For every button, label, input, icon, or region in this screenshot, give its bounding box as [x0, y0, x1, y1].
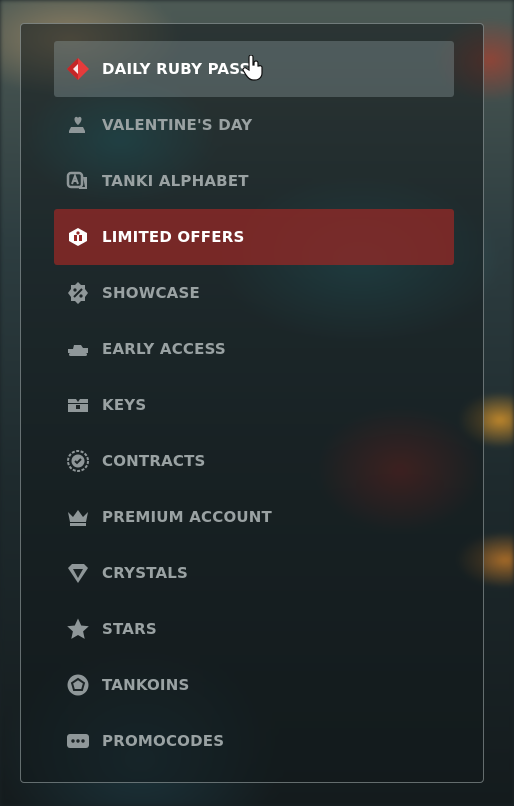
menu-item-tankoins[interactable]: TANKOINS	[54, 657, 454, 713]
menu-item-label: SHOWCASE	[102, 284, 200, 302]
menu-item-label: EARLY ACCESS	[102, 340, 226, 358]
alphabet-icon	[64, 167, 92, 195]
menu-item-label: PROMOCODES	[102, 732, 225, 750]
menu-item-limited-offers[interactable]: LIMITED OFFERS	[54, 209, 454, 265]
menu-item-label: TANKOINS	[102, 676, 190, 694]
heart-tank-icon	[64, 111, 92, 139]
menu-item-label: PREMIUM ACCOUNT	[102, 508, 272, 526]
menu-item-keys[interactable]: KEYS	[54, 377, 454, 433]
discount-badge-icon	[64, 279, 92, 307]
menu-item-label: KEYS	[102, 396, 147, 414]
shop-menu-panel: DAILY RUBY PASS VALENTINE'S DAY TANKI AL…	[20, 23, 484, 783]
menu-item-promocodes[interactable]: PROMOCODES	[54, 713, 454, 769]
menu-item-early-access[interactable]: EARLY ACCESS	[54, 321, 454, 377]
menu-item-label: CRYSTALS	[102, 564, 189, 582]
promocode-icon	[64, 727, 92, 755]
menu-item-label: VALENTINE'S DAY	[102, 116, 253, 134]
menu-item-label: DAILY RUBY PASS	[102, 60, 251, 78]
tankoin-icon	[64, 671, 92, 699]
menu-item-tanki-alphabet[interactable]: TANKI ALPHABET	[54, 153, 454, 209]
menu-item-showcase[interactable]: SHOWCASE	[54, 265, 454, 321]
hand-cursor-icon	[242, 55, 263, 81]
menu-item-label: CONTRACTS	[102, 452, 206, 470]
tank-icon	[64, 335, 92, 363]
crown-icon	[64, 503, 92, 531]
menu-item-contracts[interactable]: CONTRACTS	[54, 433, 454, 489]
limited-offers-icon	[64, 223, 92, 251]
menu-item-label: LIMITED OFFERS	[102, 228, 245, 246]
menu-item-valentines-day[interactable]: VALENTINE'S DAY	[54, 97, 454, 153]
menu-item-stars[interactable]: STARS	[54, 601, 454, 657]
ruby-pass-icon	[64, 55, 92, 83]
menu-item-daily-ruby-pass[interactable]: DAILY RUBY PASS	[54, 41, 454, 97]
contract-seal-icon	[64, 447, 92, 475]
crystal-icon	[64, 559, 92, 587]
star-icon	[64, 615, 92, 643]
menu-item-crystals[interactable]: CRYSTALS	[54, 545, 454, 601]
key-chest-icon	[64, 391, 92, 419]
menu-item-label: TANKI ALPHABET	[102, 172, 249, 190]
menu-item-label: STARS	[102, 620, 157, 638]
menu-item-premium-account[interactable]: PREMIUM ACCOUNT	[54, 489, 454, 545]
shop-menu: DAILY RUBY PASS VALENTINE'S DAY TANKI AL…	[54, 41, 454, 769]
